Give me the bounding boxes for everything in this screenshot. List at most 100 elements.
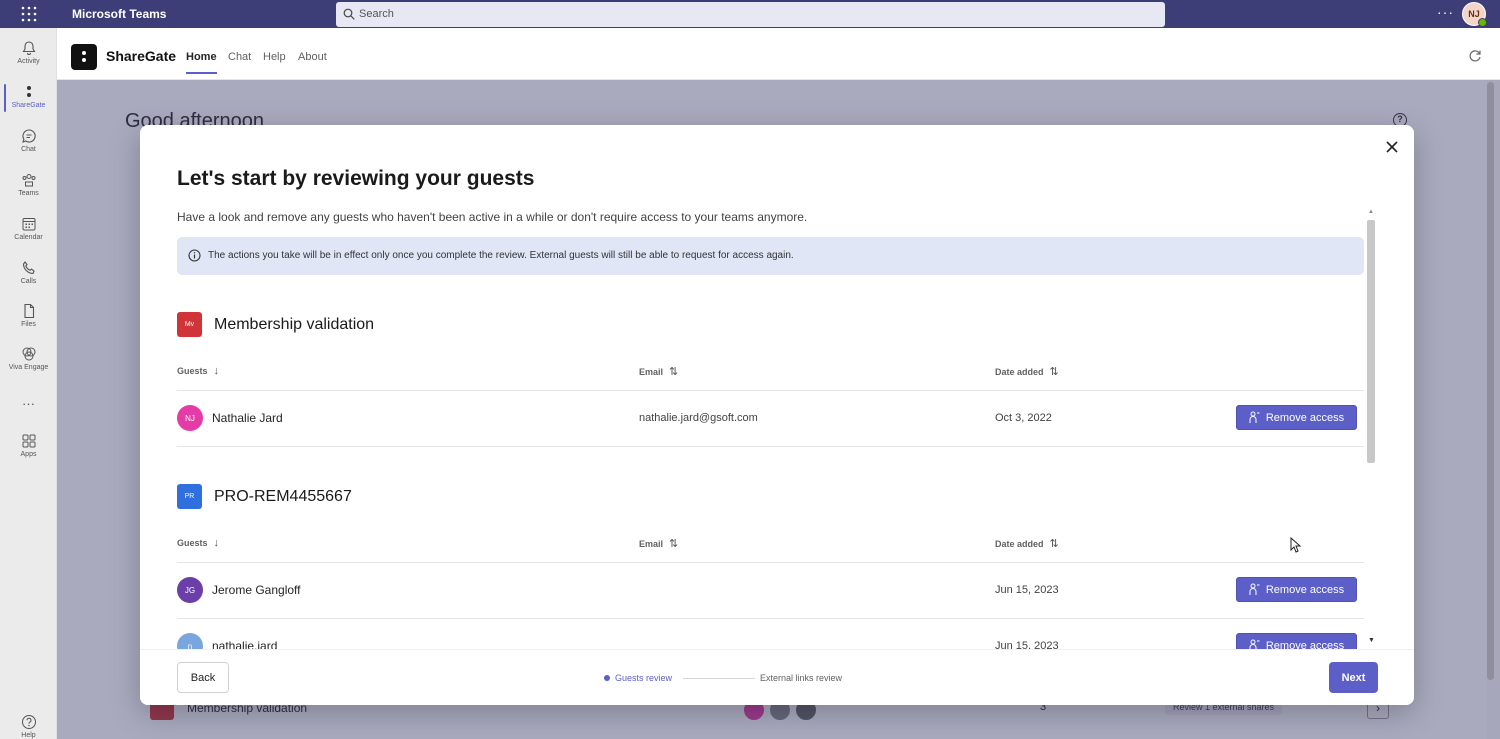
remove-person-icon bbox=[1249, 639, 1260, 649]
divider bbox=[177, 390, 1364, 391]
column-header-email[interactable]: Email ⇅ bbox=[639, 537, 678, 550]
column-header-date-added[interactable]: Date added ⇅ bbox=[995, 537, 1059, 550]
app-launcher-icon[interactable] bbox=[20, 5, 38, 23]
rail-item-files[interactable]: Files bbox=[0, 303, 57, 328]
step-connector bbox=[683, 678, 755, 679]
column-label: Email bbox=[639, 539, 664, 549]
tab-about[interactable]: About bbox=[298, 51, 327, 63]
tab-help[interactable]: Help bbox=[263, 51, 286, 63]
remove-access-button[interactable]: Remove access bbox=[1236, 633, 1357, 649]
rail-item-help[interactable]: Help bbox=[0, 714, 57, 739]
rail-item-viva-engage[interactable]: Viva Engage bbox=[0, 346, 57, 371]
sort-icon: ⇅ bbox=[669, 366, 679, 378]
user-initials: NJ bbox=[1468, 9, 1480, 19]
column-header-date-added[interactable]: Date added ⇅ bbox=[995, 365, 1059, 378]
app-header: ShareGate Home Chat Help About bbox=[57, 28, 1500, 80]
user-avatar[interactable]: NJ bbox=[1462, 2, 1487, 27]
guest-date-added: Oct 3, 2022 bbox=[995, 412, 1052, 424]
sharegate-icon bbox=[26, 86, 31, 97]
info-banner: The actions you take will be in effect o… bbox=[177, 237, 1364, 275]
search-placeholder: Search bbox=[359, 8, 394, 20]
next-button[interactable]: Next bbox=[1329, 662, 1378, 693]
review-guests-dialog: Let's start by reviewing your guests Hav… bbox=[140, 125, 1414, 705]
guest-avatar: n bbox=[177, 633, 203, 649]
guest-avatar: JG bbox=[177, 577, 203, 603]
column-label: Date added bbox=[995, 367, 1044, 377]
column-label: Email bbox=[639, 367, 664, 377]
apps-icon bbox=[22, 434, 35, 448]
help-icon bbox=[21, 715, 36, 729]
remove-access-label: Remove access bbox=[1265, 583, 1345, 596]
tab-home[interactable]: Home bbox=[186, 51, 217, 74]
rail-label: Chat bbox=[21, 146, 36, 153]
sort-icon: ⇅ bbox=[1049, 366, 1059, 378]
close-icon[interactable] bbox=[1383, 138, 1401, 156]
sort-icon: ⇅ bbox=[669, 538, 679, 550]
rail-item-activity[interactable]: Activity bbox=[0, 40, 57, 65]
dialog-footer: Back Guests review External links review… bbox=[140, 649, 1414, 705]
rail-item-calls[interactable]: Calls bbox=[0, 260, 57, 285]
guest-email: nathalie.jard@gsoft.com bbox=[639, 412, 758, 424]
rail-label: Teams bbox=[18, 190, 39, 197]
sort-icon: ⇅ bbox=[1049, 538, 1059, 550]
back-button[interactable]: Back bbox=[177, 662, 229, 693]
phone-icon bbox=[22, 261, 35, 275]
rail-item-sharegate[interactable]: ShareGate bbox=[0, 84, 57, 112]
sort-down-icon: ↓ bbox=[213, 537, 220, 549]
rail-label: Apps bbox=[20, 451, 37, 458]
column-label: Date added bbox=[995, 539, 1044, 549]
more-options-icon[interactable]: ··· bbox=[1437, 4, 1454, 20]
rail-label: Calendar bbox=[14, 234, 43, 241]
page-scrollbar[interactable] bbox=[1487, 82, 1494, 680]
column-label: Guests bbox=[177, 366, 208, 376]
guest-name: nathalie.jard bbox=[212, 639, 278, 649]
more-apps-icon[interactable]: ··· bbox=[0, 396, 57, 411]
teams-title-bar: Microsoft Teams Search ··· NJ bbox=[0, 0, 1500, 28]
rail-item-apps[interactable]: Apps bbox=[0, 433, 57, 458]
app-name: ShareGate bbox=[106, 48, 177, 64]
guest-name: Jerome Gangloff bbox=[212, 583, 301, 597]
info-icon bbox=[188, 249, 201, 262]
bell-icon bbox=[22, 41, 35, 55]
column-header-guests[interactable]: Guests ↓ bbox=[177, 537, 219, 549]
left-app-rail: Activity ShareGate Chat Teams Calendar C… bbox=[0, 28, 57, 739]
guest-date-added: Jun 15, 2023 bbox=[995, 584, 1059, 596]
team-name: Membership validation bbox=[214, 316, 375, 333]
column-label: Guests bbox=[177, 538, 208, 548]
presence-status-icon bbox=[1478, 18, 1487, 27]
step-guests-review: Guests review bbox=[615, 673, 673, 683]
app-title: Microsoft Teams bbox=[72, 7, 167, 21]
rail-label: Viva Engage bbox=[8, 364, 49, 371]
search-box[interactable]: Search bbox=[336, 2, 1165, 27]
teams-icon bbox=[22, 174, 35, 187]
remove-access-button[interactable]: Remove access bbox=[1236, 577, 1357, 602]
dialog-title: Let's start by reviewing your guests bbox=[177, 167, 535, 190]
team-badge: PR bbox=[177, 484, 202, 509]
rail-item-teams[interactable]: Teams bbox=[0, 172, 57, 197]
remove-access-label: Remove access bbox=[1265, 411, 1345, 424]
viva-engage-icon bbox=[22, 347, 35, 361]
guest-avatar: NJ bbox=[177, 405, 203, 431]
guest-name: Nathalie Jard bbox=[212, 411, 283, 425]
active-step-indicator bbox=[604, 675, 610, 681]
rail-label: Files bbox=[21, 321, 36, 328]
dialog-description: Have a look and remove any guests who ha… bbox=[177, 210, 808, 224]
column-header-email[interactable]: Email ⇅ bbox=[639, 365, 678, 378]
rail-item-calendar[interactable]: Calendar bbox=[0, 216, 57, 241]
rail-label: ShareGate bbox=[11, 102, 46, 109]
dialog-scrollbar-thumb[interactable] bbox=[1367, 220, 1375, 463]
remove-access-button[interactable]: Remove access bbox=[1236, 405, 1357, 430]
info-text: The actions you take will be in effect o… bbox=[208, 250, 794, 261]
refresh-icon[interactable] bbox=[1468, 49, 1482, 63]
rail-item-chat[interactable]: Chat bbox=[0, 128, 57, 153]
tab-chat[interactable]: Chat bbox=[228, 51, 251, 63]
divider bbox=[177, 562, 1364, 563]
sort-down-icon: ↓ bbox=[213, 365, 220, 377]
column-header-guests[interactable]: Guests ↓ bbox=[177, 365, 219, 377]
scroll-up-icon[interactable]: ▲ bbox=[1368, 209, 1374, 215]
scroll-down-icon[interactable]: ▼ bbox=[1368, 637, 1375, 644]
divider bbox=[177, 446, 1364, 447]
guests-scroll-area[interactable]: Mv Membership validation Guests ↓ Email ⇅ Date… bbox=[140, 275, 1368, 649]
mouse-cursor-icon bbox=[1290, 537, 1302, 553]
rail-label: Help bbox=[21, 732, 36, 739]
